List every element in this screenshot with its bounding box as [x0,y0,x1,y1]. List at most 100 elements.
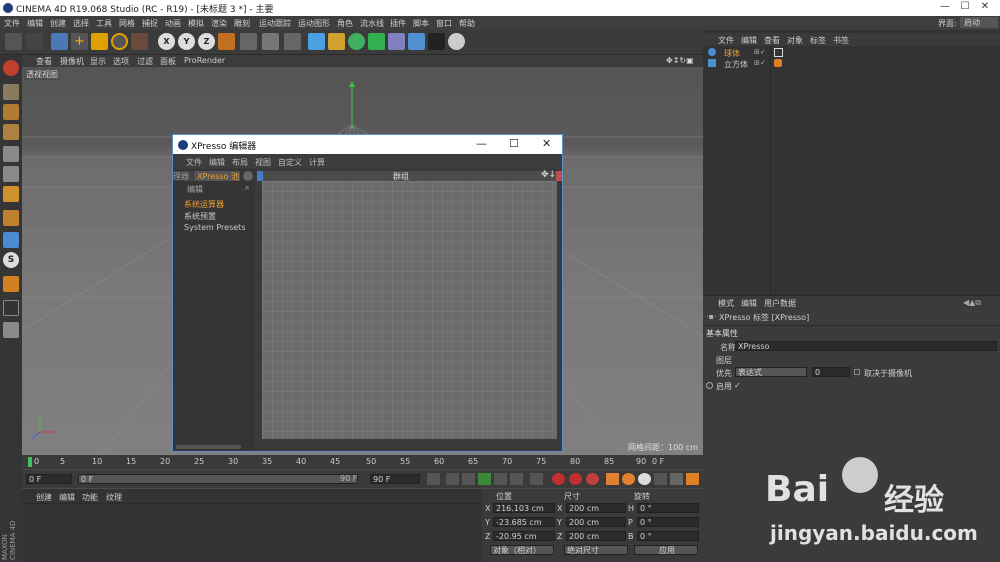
pool-scrollbar[interactable] [176,445,241,449]
obj-menu-file[interactable]: 文件 [718,35,734,46]
workplane-icon[interactable] [3,124,19,140]
xp-menu-edit[interactable]: 编辑 [209,157,225,168]
menu-tools[interactable]: 工具 [96,18,112,29]
menu-animate[interactable]: 动画 [165,18,181,29]
xpresso-close-button[interactable]: ✕ [542,137,551,150]
goto-start-icon[interactable] [427,473,440,485]
xpresso-maximize-button[interactable]: ☐ [509,137,519,150]
vp-menu-filter[interactable]: 过滤 [137,56,153,67]
menu-edit[interactable]: 编辑 [27,18,43,29]
light-icon[interactable] [448,33,465,50]
tab-xpresso-pool[interactable]: XPresso 池 [194,171,240,181]
grid-layer-icon[interactable] [3,322,19,338]
recent-tool-icon[interactable] [131,33,148,50]
prev-frame-icon[interactable] [462,473,475,485]
group-nav-icon[interactable]: ✥↓ [541,170,556,180]
rotation-p-field[interactable]: 0 ° [637,517,699,527]
xp-menu-calculate[interactable]: 计算 [309,157,325,168]
axis-mode-icon[interactable] [3,210,19,226]
polygons-mode-icon[interactable] [3,186,19,202]
coordinate-system-icon[interactable] [218,33,235,50]
current-frame-field[interactable]: 0 F [652,457,664,466]
rotation-h-field[interactable]: 0 ° [637,503,699,513]
texture-mode-icon[interactable] [3,104,19,120]
snap-icon[interactable]: S [3,252,19,268]
obj-menu-objects[interactable]: 对象 [787,35,803,46]
menu-help[interactable]: 帮助 [459,18,475,29]
make-editable-icon[interactable] [3,60,19,76]
menu-script[interactable]: 脚本 [413,18,429,29]
att-nav-icons[interactable]: ◀▲⧉ [963,298,981,308]
menu-snap[interactable]: 捕捉 [142,18,158,29]
camera-dependent-checkbox[interactable] [854,369,860,375]
timeline-ruler[interactable]: 0 5 10 15 20 25 30 35 40 45 50 55 60 65 … [22,455,703,469]
enable-snapping-icon[interactable] [3,276,19,292]
goto-end-icon[interactable] [530,473,543,485]
enable-toggle-icon[interactable] [706,382,713,389]
mat-menu-create[interactable]: 创建 [36,492,52,503]
name-field[interactable]: XPresso [735,341,997,351]
xpresso-tag-icon[interactable] [774,48,783,57]
att-menu-mode[interactable]: 模式 [718,298,734,309]
xpresso-minimize-button[interactable]: — [476,137,487,150]
key-pla-icon[interactable] [670,473,683,485]
z-axis-icon[interactable]: Z [198,33,215,50]
mat-menu-function[interactable]: 功能 [82,492,98,503]
object-row-sphere[interactable]: 球体 ⊞✓ [708,48,768,58]
select-cursor-icon[interactable] [51,33,68,50]
xp-menu-file[interactable]: 文件 [186,157,202,168]
keyframe-selection-icon[interactable] [586,473,599,485]
menu-render[interactable]: 渲染 [211,18,227,29]
render-view-icon[interactable] [240,33,257,50]
menu-plugins[interactable]: 插件 [390,18,406,29]
tab-manager[interactable]: 理器 [173,171,193,181]
mat-menu-texture[interactable]: 纹理 [106,492,122,503]
menu-window[interactable]: 窗口 [436,18,452,29]
play-icon[interactable] [478,473,491,485]
minimize-button[interactable]: — [938,1,952,12]
rotate-icon[interactable] [111,33,128,50]
maximize-button[interactable]: ☐ [958,1,972,12]
xp-menu-view[interactable]: 视图 [255,157,271,168]
tree-system-presets[interactable]: System Presets [184,223,246,232]
menu-motion-tracking[interactable]: 运动跟踪 [259,18,291,29]
vp-menu-panel[interactable]: 面板 [160,56,176,67]
tweak-icon[interactable] [3,232,19,248]
next-key-icon[interactable] [510,473,523,485]
deformer-icon[interactable] [388,33,405,50]
enable-checkbox[interactable]: ✓ [734,381,741,390]
coord-mode-select[interactable]: 对象（相对） [490,545,554,555]
playhead[interactable] [28,457,32,467]
key-param-icon[interactable] [654,473,667,485]
position-z-field[interactable]: -20.95 cm [493,531,555,541]
key-position-icon[interactable] [606,473,619,485]
size-z-field[interactable]: 200 cm [566,531,626,541]
redo-icon[interactable] [26,33,43,50]
xpresso-node-canvas[interactable] [262,181,557,439]
auto-key-icon[interactable] [569,473,582,485]
viewport-nav-icons[interactable]: ✥↕↻▣ [666,56,694,65]
frame-range-slider[interactable]: 0 F [78,474,358,484]
cube-icon[interactable] [308,33,325,50]
vp-menu-view[interactable]: 查看 [36,56,52,67]
points-mode-icon[interactable] [3,146,19,162]
att-menu-userdata[interactable]: 用户数据 [764,298,796,309]
cloner-icon[interactable] [368,33,385,50]
start-frame-field[interactable]: 0 F [26,474,72,484]
timeline-window-icon[interactable] [686,473,699,485]
sphere-visibility-icon[interactable]: ⊞✓ [754,48,766,56]
x-axis-icon[interactable]: X [158,33,175,50]
vp-menu-prorender[interactable]: ProRender [184,56,225,65]
move-icon[interactable]: + [71,33,88,50]
object-row-cube[interactable]: 立方体 ⊞✓ [708,59,768,69]
size-x-field[interactable]: 200 cm [566,503,626,513]
key-scale-icon[interactable] [638,473,651,485]
xp-menu-layout[interactable]: 布局 [232,157,248,168]
menu-mesh[interactable]: 网格 [119,18,135,29]
priority-number-field[interactable]: 0 [812,367,850,377]
tree-system-operators[interactable]: 系统运算器 [184,199,224,210]
tab-arrows-icon[interactable] [243,171,253,181]
scale-icon[interactable] [91,33,108,50]
pool-search-icon[interactable]: ⌕ [245,183,249,193]
edges-mode-icon[interactable] [3,166,19,182]
